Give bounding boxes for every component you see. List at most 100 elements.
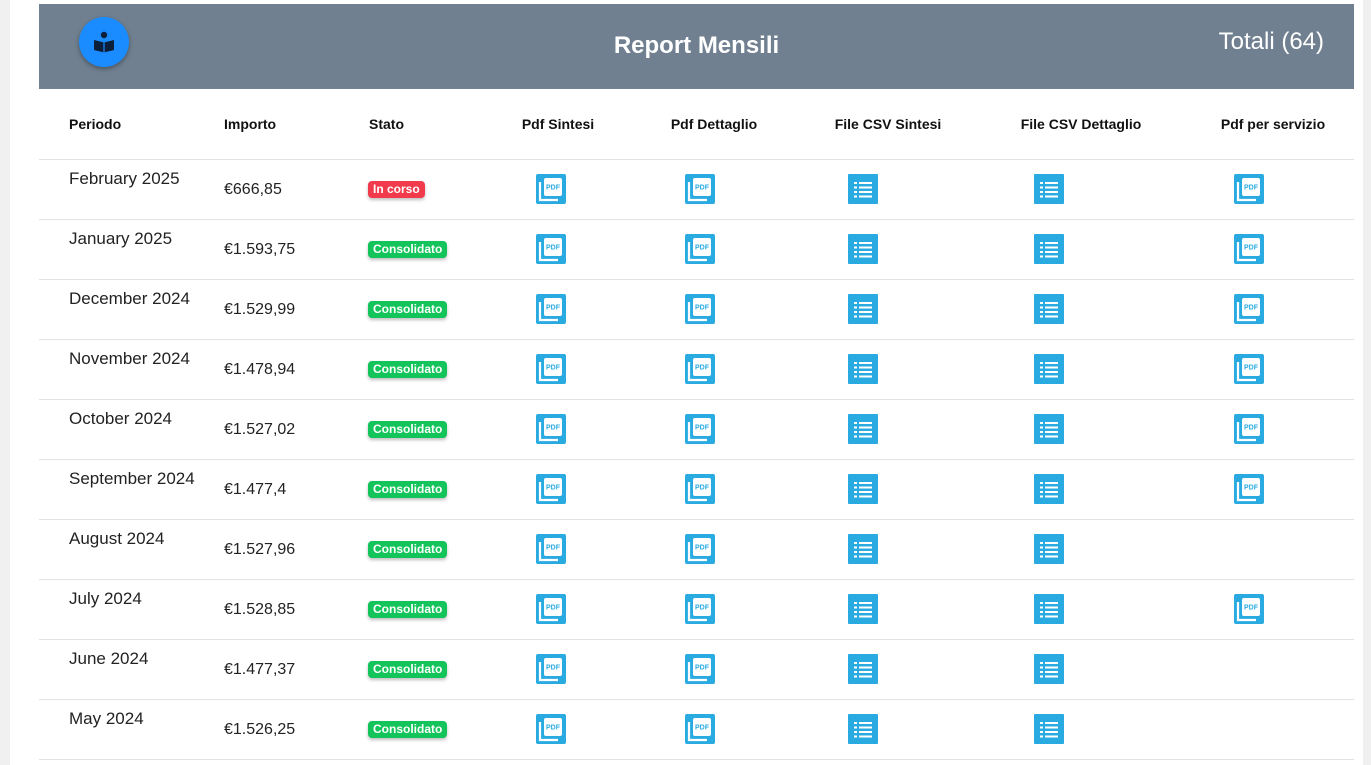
svg-text:PDF: PDF	[1244, 245, 1259, 252]
svg-text:PDF: PDF	[1244, 425, 1259, 432]
pdf-summary-download-button[interactable]: PDF	[536, 414, 566, 444]
csv-summary-download-button[interactable]	[848, 354, 878, 384]
pdf-detail-download-button[interactable]: PDF	[685, 294, 715, 324]
table-row: September 2024 €1.477,4 Consolidato PDF PD…	[39, 460, 1354, 520]
column-header-amount[interactable]: Importo	[224, 116, 276, 132]
pdf-file-icon: PDF	[685, 714, 715, 744]
table-row: February 2025 €666,85 In corso PDF PDF P…	[39, 160, 1354, 220]
column-header-csv-summary: File CSV Sintesi	[834, 116, 942, 132]
list-file-icon	[1034, 654, 1064, 684]
period-cell: July 2024	[69, 589, 142, 608]
status-badge: Consolidato	[368, 661, 448, 678]
svg-text:PDF: PDF	[546, 485, 561, 492]
pdf-file-icon: PDF	[1234, 474, 1264, 504]
status-badge: Consolidato	[368, 421, 448, 438]
svg-text:PDF: PDF	[695, 365, 710, 372]
list-file-icon	[1034, 294, 1064, 324]
pdf-service-download-button[interactable]: PDF	[1234, 354, 1264, 384]
pdf-file-icon: PDF	[1234, 174, 1264, 204]
svg-text:PDF: PDF	[546, 305, 561, 312]
svg-text:PDF: PDF	[695, 545, 710, 552]
pdf-summary-download-button[interactable]: PDF	[536, 594, 566, 624]
csv-summary-download-button[interactable]	[848, 474, 878, 504]
pdf-detail-download-button[interactable]: PDF	[685, 354, 715, 384]
amount-cell: €1.477,4	[224, 481, 287, 498]
csv-detail-download-button[interactable]	[1034, 174, 1064, 204]
column-header-pdf-service: Pdf per servizio	[1220, 116, 1326, 132]
csv-detail-download-button[interactable]	[1034, 294, 1064, 324]
csv-summary-download-button[interactable]	[848, 714, 878, 744]
pdf-file-icon: PDF	[1234, 294, 1264, 324]
csv-detail-download-button[interactable]	[1034, 594, 1064, 624]
csv-detail-download-button[interactable]	[1034, 474, 1064, 504]
column-header-status[interactable]: Stato	[369, 116, 404, 132]
period-cell: September 2024	[69, 469, 195, 488]
csv-summary-download-button[interactable]	[848, 174, 878, 204]
pdf-detail-download-button[interactable]: PDF	[685, 414, 715, 444]
svg-text:PDF: PDF	[695, 305, 710, 312]
pdf-service-download-button[interactable]: PDF	[1234, 594, 1264, 624]
table-row: July 2024 €1.528,85 Consolidato PDF PDF	[39, 580, 1354, 640]
svg-text:PDF: PDF	[546, 545, 561, 552]
list-file-icon	[848, 234, 878, 264]
pdf-service-download-button[interactable]: PDF	[1234, 474, 1264, 504]
pdf-service-download-button[interactable]: PDF	[1234, 414, 1264, 444]
pdf-file-icon: PDF	[685, 354, 715, 384]
column-header-pdf-detail: Pdf Dettaglio	[670, 116, 758, 132]
list-file-icon	[1034, 414, 1064, 444]
csv-detail-download-button[interactable]	[1034, 414, 1064, 444]
list-file-icon	[848, 354, 878, 384]
svg-text:PDF: PDF	[695, 665, 710, 672]
pdf-summary-download-button[interactable]: PDF	[536, 174, 566, 204]
pdf-summary-download-button[interactable]: PDF	[536, 654, 566, 684]
csv-detail-download-button[interactable]	[1034, 714, 1064, 744]
column-header-period[interactable]: Periodo	[69, 116, 121, 132]
list-file-icon	[1034, 354, 1064, 384]
csv-detail-download-button[interactable]	[1034, 534, 1064, 564]
pdf-detail-download-button[interactable]: PDF	[685, 714, 715, 744]
pdf-detail-download-button[interactable]: PDF	[685, 474, 715, 504]
csv-summary-download-button[interactable]	[848, 594, 878, 624]
pdf-summary-download-button[interactable]: PDF	[536, 534, 566, 564]
pdf-summary-download-button[interactable]: PDF	[536, 354, 566, 384]
csv-summary-download-button[interactable]	[848, 294, 878, 324]
svg-text:PDF: PDF	[546, 245, 561, 252]
amount-cell: €1.529,99	[224, 301, 296, 318]
csv-detail-download-button[interactable]	[1034, 654, 1064, 684]
pdf-service-download-button[interactable]: PDF	[1234, 234, 1264, 264]
svg-text:PDF: PDF	[695, 245, 710, 252]
pdf-detail-download-button[interactable]: PDF	[685, 234, 715, 264]
period-cell: February 2025	[69, 169, 180, 188]
table-row: November 2024 €1.478,94 Consolidato PDF PD…	[39, 340, 1354, 400]
report-card: Report Mensili Totali (64) Periodo Impor…	[10, 0, 1363, 765]
csv-summary-download-button[interactable]	[848, 234, 878, 264]
svg-text:PDF: PDF	[695, 425, 710, 432]
report-header: Report Mensili Totali (64)	[39, 4, 1354, 89]
pdf-file-icon: PDF	[536, 174, 566, 204]
pdf-summary-download-button[interactable]: PDF	[536, 474, 566, 504]
pdf-summary-download-button[interactable]: PDF	[536, 714, 566, 744]
csv-detail-download-button[interactable]	[1034, 354, 1064, 384]
pdf-detail-download-button[interactable]: PDF	[685, 594, 715, 624]
table-row: October 2024 €1.527,02 Consolidato PDF PDF	[39, 400, 1354, 460]
list-file-icon	[848, 414, 878, 444]
table-row: December 2024 €1.529,99 Consolidato PDF PD…	[39, 280, 1354, 340]
csv-summary-download-button[interactable]	[848, 534, 878, 564]
csv-summary-download-button[interactable]	[848, 654, 878, 684]
amount-cell: €1.593,75	[224, 241, 296, 258]
pdf-service-download-button[interactable]: PDF	[1234, 174, 1264, 204]
pdf-detail-download-button[interactable]: PDF	[685, 174, 715, 204]
list-file-icon	[1034, 594, 1064, 624]
csv-detail-download-button[interactable]	[1034, 234, 1064, 264]
pdf-summary-download-button[interactable]: PDF	[536, 234, 566, 264]
pdf-file-icon: PDF	[536, 654, 566, 684]
pdf-file-icon: PDF	[685, 654, 715, 684]
svg-text:PDF: PDF	[546, 365, 561, 372]
status-badge: Consolidato	[368, 601, 448, 618]
amount-cell: €1.478,94	[224, 361, 296, 378]
pdf-summary-download-button[interactable]: PDF	[536, 294, 566, 324]
pdf-detail-download-button[interactable]: PDF	[685, 534, 715, 564]
pdf-service-download-button[interactable]: PDF	[1234, 294, 1264, 324]
csv-summary-download-button[interactable]	[848, 414, 878, 444]
pdf-detail-download-button[interactable]: PDF	[685, 654, 715, 684]
